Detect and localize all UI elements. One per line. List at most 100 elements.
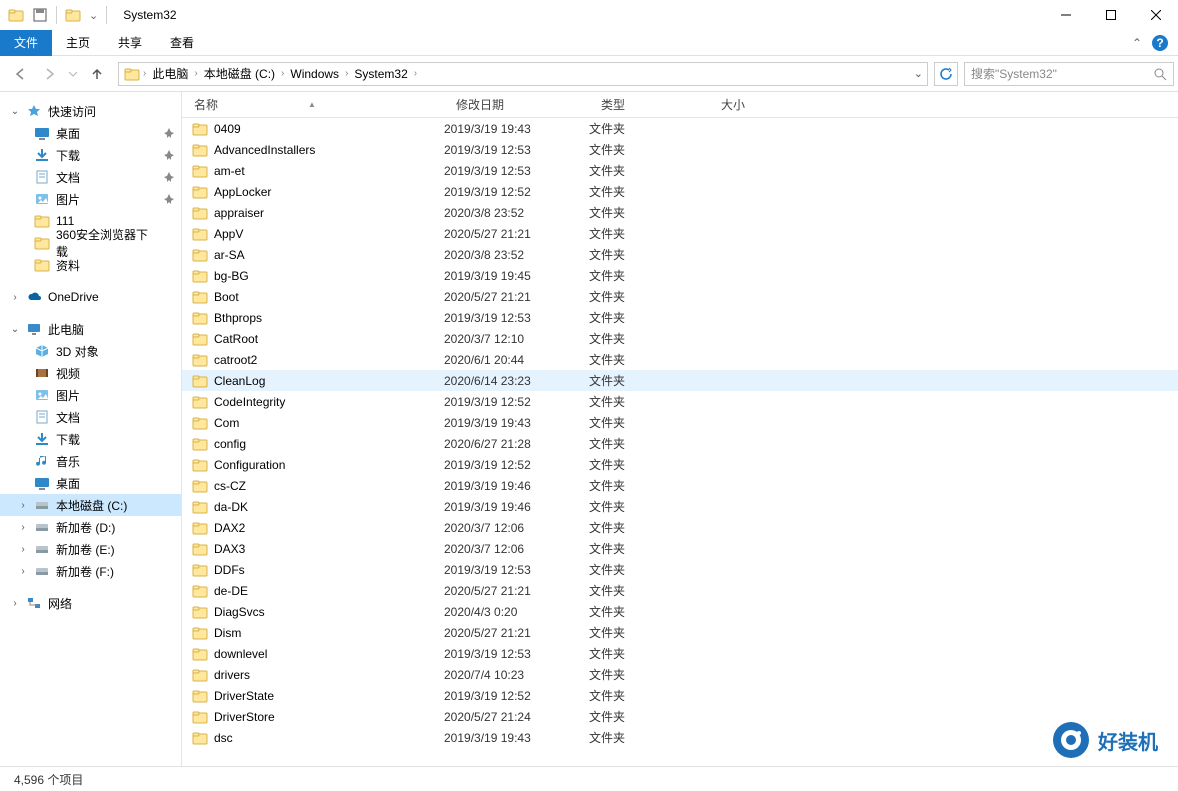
sidebar-item[interactable]: 图片 (0, 188, 181, 210)
table-row[interactable]: Bthprops2019/3/19 12:53文件夹 (182, 307, 1178, 328)
table-row[interactable]: DDFs2019/3/19 12:53文件夹 (182, 559, 1178, 580)
search-input[interactable]: 搜索"System32" (964, 62, 1174, 86)
table-row[interactable]: AppV2020/5/27 21:21文件夹 (182, 223, 1178, 244)
sidebar: ⌄ 快速访问 桌面下载文档图片111360安全浏览器下载资料 › OneDriv… (0, 92, 182, 766)
up-button[interactable] (86, 60, 108, 88)
save-icon[interactable] (32, 7, 48, 23)
sidebar-item[interactable]: 资料 (0, 254, 181, 276)
folder-icon (192, 310, 208, 326)
table-row[interactable]: config2020/6/27 21:28文件夹 (182, 433, 1178, 454)
sidebar-item-label: 图片 (56, 191, 80, 208)
sidebar-item[interactable]: ›新加卷 (D:) (0, 516, 181, 538)
chevron-right-icon[interactable]: › (192, 68, 199, 79)
file-date: 2020/3/8 23:52 (444, 206, 589, 220)
tab-home[interactable]: 主页 (52, 30, 104, 56)
tab-view[interactable]: 查看 (156, 30, 208, 56)
sidebar-item[interactable]: ›音乐 (0, 450, 181, 472)
column-size[interactable]: 大小 (709, 96, 789, 113)
table-row[interactable]: cs-CZ2019/3/19 19:46文件夹 (182, 475, 1178, 496)
table-row[interactable]: Configuration2019/3/19 12:52文件夹 (182, 454, 1178, 475)
sidebar-item[interactable]: 下载 (0, 144, 181, 166)
sidebar-onedrive[interactable]: › OneDrive (0, 286, 181, 308)
address-bar[interactable]: › 此电脑›本地磁盘 (C:)›Windows›System32› ⌄ (118, 62, 928, 86)
maximize-button[interactable] (1088, 0, 1133, 30)
sidebar-item[interactable]: ›本地磁盘 (C:) (0, 494, 181, 516)
address-dropdown-icon[interactable]: ⌄ (914, 67, 923, 80)
table-row[interactable]: DiagSvcs2020/4/3 0:20文件夹 (182, 601, 1178, 622)
table-row[interactable]: Com2019/3/19 19:43文件夹 (182, 412, 1178, 433)
sidebar-item-label: 新加卷 (E:) (56, 541, 115, 558)
table-row[interactable]: downlevel2019/3/19 12:53文件夹 (182, 643, 1178, 664)
table-row[interactable]: DriverStore2020/5/27 21:24文件夹 (182, 706, 1178, 727)
pictures-icon (34, 191, 50, 207)
sidebar-item[interactable]: 桌面 (0, 122, 181, 144)
table-row[interactable]: Boot2020/5/27 21:21文件夹 (182, 286, 1178, 307)
table-row[interactable]: CodeIntegrity2019/3/19 12:52文件夹 (182, 391, 1178, 412)
sidebar-item[interactable]: ›桌面 (0, 472, 181, 494)
close-button[interactable] (1133, 0, 1178, 30)
sidebar-item[interactable]: ›文档 (0, 406, 181, 428)
file-date: 2019/3/19 19:46 (444, 500, 589, 514)
chevron-right-icon[interactable]: › (412, 68, 419, 79)
chevron-right-icon[interactable]: › (279, 68, 286, 79)
sidebar-item[interactable]: ›新加卷 (E:) (0, 538, 181, 560)
table-row[interactable]: ar-SA2020/3/8 23:52文件夹 (182, 244, 1178, 265)
breadcrumb-segment[interactable]: 此电脑 (148, 65, 192, 82)
column-name[interactable]: 名称▲ (182, 96, 444, 113)
sidebar-this-pc[interactable]: ⌄ 此电脑 (0, 318, 181, 340)
sidebar-network[interactable]: › 网络 (0, 592, 181, 614)
table-row[interactable]: DAX22020/3/7 12:06文件夹 (182, 517, 1178, 538)
table-row[interactable]: appraiser2020/3/8 23:52文件夹 (182, 202, 1178, 223)
recent-dropdown[interactable] (66, 60, 80, 88)
file-name: AppV (214, 227, 243, 241)
table-row[interactable]: DriverState2019/3/19 12:52文件夹 (182, 685, 1178, 706)
table-row[interactable]: bg-BG2019/3/19 19:45文件夹 (182, 265, 1178, 286)
table-row[interactable]: catroot22020/6/1 20:44文件夹 (182, 349, 1178, 370)
sidebar-item[interactable]: 360安全浏览器下载 (0, 232, 181, 254)
drive-icon (34, 563, 50, 579)
file-date: 2019/3/19 12:53 (444, 311, 589, 325)
sidebar-item[interactable]: ›图片 (0, 384, 181, 406)
column-date[interactable]: 修改日期 (444, 96, 589, 113)
sidebar-item-label: 快速访问 (48, 103, 96, 120)
forward-button[interactable] (38, 60, 60, 88)
status-bar: 4,596 个项目 (0, 766, 1178, 791)
sidebar-item[interactable]: ›新加卷 (F:) (0, 560, 181, 582)
breadcrumb-segment[interactable]: 本地磁盘 (C:) (200, 65, 279, 82)
refresh-button[interactable] (934, 62, 958, 86)
sidebar-item[interactable]: ›视频 (0, 362, 181, 384)
table-row[interactable]: AppLocker2019/3/19 12:52文件夹 (182, 181, 1178, 202)
table-row[interactable]: dsc2019/3/19 19:43文件夹 (182, 727, 1178, 748)
table-row[interactable]: AdvancedInstallers2019/3/19 12:53文件夹 (182, 139, 1178, 160)
table-row[interactable]: de-DE2020/5/27 21:21文件夹 (182, 580, 1178, 601)
tab-share[interactable]: 共享 (104, 30, 156, 56)
ribbon-tabs: 文件 主页 共享 查看 ⌃ ? (0, 30, 1178, 56)
ribbon-collapse-icon[interactable]: ⌃ (1132, 36, 1142, 50)
help-icon[interactable]: ? (1152, 35, 1168, 51)
folder-icon (192, 415, 208, 431)
sidebar-item[interactable]: ›3D 对象 (0, 340, 181, 362)
file-date: 2019/3/19 12:53 (444, 647, 589, 661)
column-type[interactable]: 类型 (589, 96, 709, 113)
sidebar-item[interactable]: 文档 (0, 166, 181, 188)
table-row[interactable]: am-et2019/3/19 12:53文件夹 (182, 160, 1178, 181)
table-row[interactable]: Dism2020/5/27 21:21文件夹 (182, 622, 1178, 643)
qat-dropdown-icon[interactable]: ⌄ (89, 9, 98, 22)
folder-icon (192, 646, 208, 662)
table-row[interactable]: da-DK2019/3/19 19:46文件夹 (182, 496, 1178, 517)
table-row[interactable]: 04092019/3/19 19:43文件夹 (182, 118, 1178, 139)
folder-icon (34, 235, 50, 251)
minimize-button[interactable] (1043, 0, 1088, 30)
sidebar-item[interactable]: ›下载 (0, 428, 181, 450)
tab-file[interactable]: 文件 (0, 30, 52, 56)
table-row[interactable]: DAX32020/3/7 12:06文件夹 (182, 538, 1178, 559)
chevron-right-icon[interactable]: › (141, 68, 148, 79)
breadcrumb-segment[interactable]: System32 (350, 67, 411, 81)
chevron-right-icon[interactable]: › (343, 68, 350, 79)
breadcrumb-segment[interactable]: Windows (286, 67, 343, 81)
table-row[interactable]: drivers2020/7/4 10:23文件夹 (182, 664, 1178, 685)
table-row[interactable]: CatRoot2020/3/7 12:10文件夹 (182, 328, 1178, 349)
back-button[interactable] (10, 60, 32, 88)
table-row[interactable]: CleanLog2020/6/14 23:23文件夹 (182, 370, 1178, 391)
sidebar-quick-access[interactable]: ⌄ 快速访问 (0, 100, 181, 122)
